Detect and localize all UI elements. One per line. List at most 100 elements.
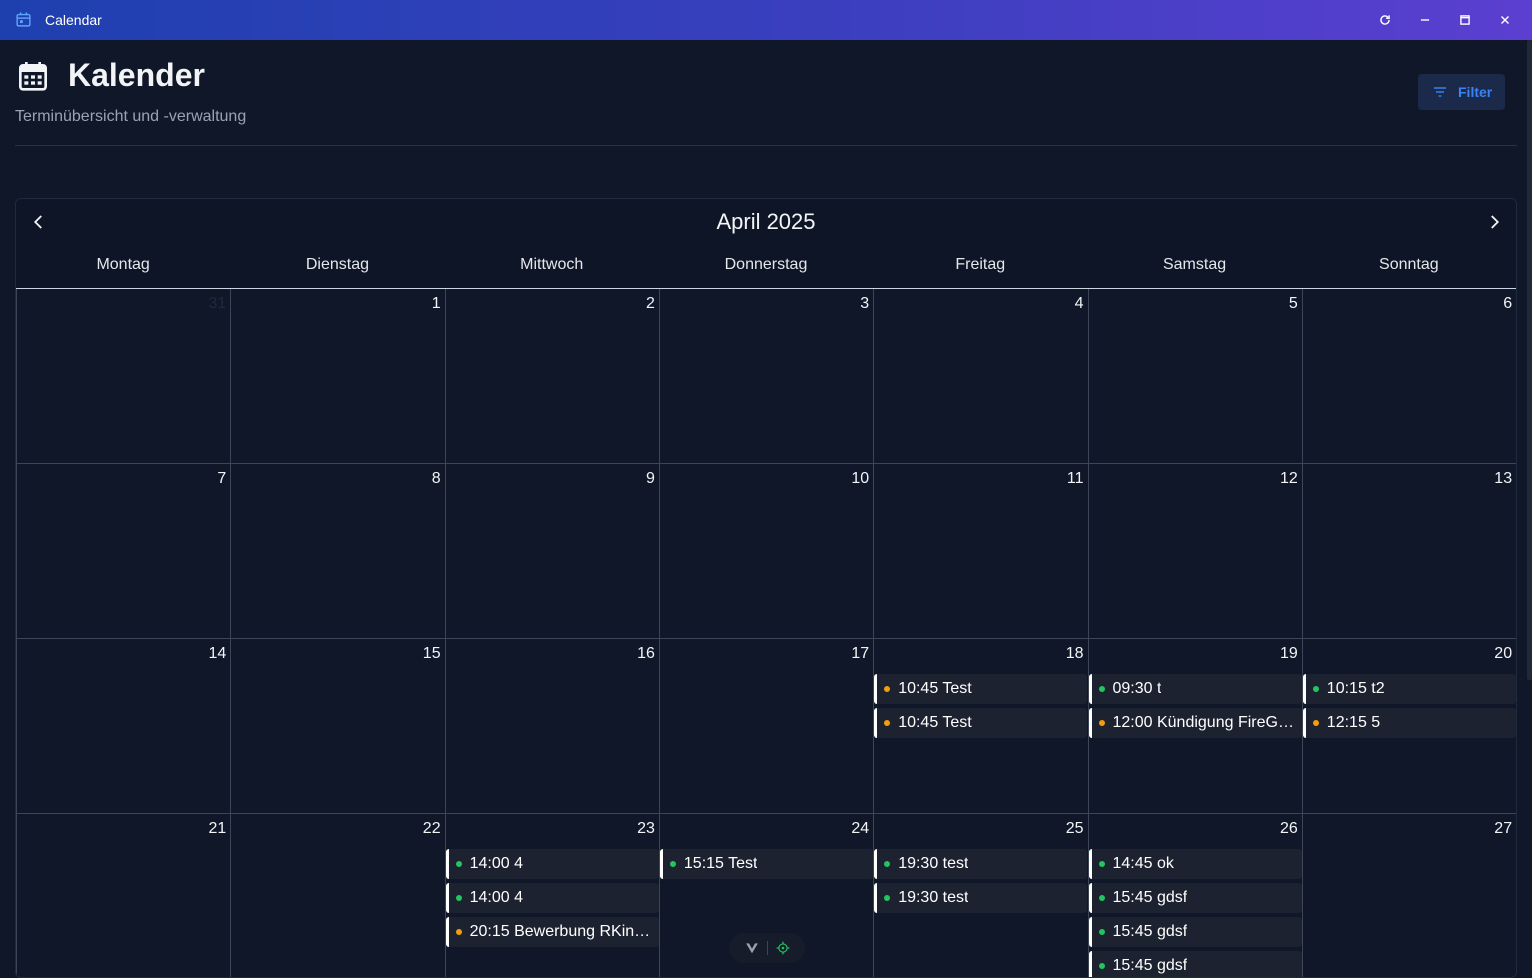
calendar-event[interactable]: 14:00 4 bbox=[445, 883, 659, 913]
calendar-event[interactable]: 20:15 Bewerbung RKing… bbox=[445, 917, 659, 947]
calendar-event[interactable]: 09:30 t bbox=[1088, 674, 1302, 704]
day-number: 20 bbox=[1494, 645, 1513, 662]
day-cell[interactable]: 1 bbox=[230, 289, 444, 464]
day-number: 7 bbox=[217, 470, 227, 487]
page-header: Kalender Terminübersicht und -verwaltung… bbox=[15, 40, 1517, 146]
event-title: 12:15 5 bbox=[1326, 714, 1381, 731]
event-title: 15:45 gdsf bbox=[1112, 923, 1188, 940]
day-number: 24 bbox=[851, 820, 870, 837]
calendar-event[interactable]: 15:15 Test bbox=[659, 849, 874, 879]
day-cell[interactable]: 9 bbox=[444, 464, 659, 639]
page-subtitle: Terminübersicht und -verwaltung bbox=[15, 108, 247, 125]
day-cell[interactable]: 19 09:30 t 12:00 Kündigung FireGu… bbox=[1087, 639, 1302, 814]
day-cell[interactable]: 20 10:15 t2 12:15 5 bbox=[1301, 639, 1516, 814]
day-cell[interactable]: 18 10:45 Test 10:45 Test bbox=[873, 639, 1088, 814]
day-cell[interactable]: 25 19:30 test 19:30 test bbox=[873, 814, 1088, 977]
day-cell[interactable]: 23 14:00 4 14:00 4 20:15 Bewerbung RKing… bbox=[444, 814, 659, 977]
refresh-button[interactable] bbox=[1372, 8, 1398, 32]
event-title: 10:15 t2 bbox=[1326, 680, 1385, 697]
target-icon[interactable] bbox=[776, 941, 790, 955]
day-cell[interactable]: 3 bbox=[658, 289, 873, 464]
calendar-event[interactable]: 10:45 Test bbox=[874, 708, 1088, 738]
event-status-dot bbox=[455, 929, 462, 935]
vue-devtools-icon[interactable] bbox=[745, 941, 759, 955]
day-cell[interactable]: 22 bbox=[230, 814, 444, 977]
weekday-label: Montag bbox=[96, 256, 150, 273]
day-cell[interactable]: 10 bbox=[658, 464, 873, 639]
event-title: 14:00 4 bbox=[469, 889, 523, 906]
dev-toolbar bbox=[729, 933, 805, 963]
day-cell[interactable]: 11 bbox=[873, 464, 1087, 639]
event-status-dot bbox=[884, 720, 891, 726]
calendar-event[interactable]: 19:30 test bbox=[874, 849, 1088, 879]
calendar-event[interactable]: 12:15 5 bbox=[1302, 708, 1516, 738]
next-month-button[interactable] bbox=[1481, 209, 1507, 235]
event-status-dot bbox=[1098, 686, 1105, 692]
calendar-event[interactable]: 12:00 Kündigung FireGu… bbox=[1088, 708, 1302, 738]
day-cell[interactable]: 2 bbox=[444, 289, 659, 464]
day-cell[interactable]: 7 bbox=[16, 464, 230, 639]
day-cell[interactable]: 4 bbox=[873, 289, 1087, 464]
event-title: 20:15 Bewerbung RKing… bbox=[469, 923, 659, 940]
header-calendar-icon bbox=[19, 62, 47, 91]
weekday-label: Donnerstag bbox=[724, 256, 808, 273]
event-status-dot bbox=[1098, 861, 1105, 867]
window-scrollbar[interactable] bbox=[1527, 40, 1532, 680]
day-number: 22 bbox=[422, 820, 441, 837]
day-cell[interactable]: 14 bbox=[16, 639, 230, 814]
calendar-event[interactable]: 10:15 t2 bbox=[1302, 674, 1516, 704]
day-cell[interactable]: 17 bbox=[658, 639, 873, 814]
day-cell[interactable]: 5 bbox=[1087, 289, 1302, 464]
weekday-label: Samstag bbox=[1162, 256, 1227, 273]
day-cell[interactable]: 12 bbox=[1087, 464, 1302, 639]
calendar-event[interactable]: 10:45 Test bbox=[874, 674, 1088, 704]
day-cell[interactable]: 8 bbox=[230, 464, 444, 639]
close-icon bbox=[1501, 16, 1509, 24]
calendar-event[interactable]: 15:45 gdsf bbox=[1088, 917, 1302, 947]
calendar-event[interactable]: 14:45 ok bbox=[1088, 849, 1302, 879]
calendar-event[interactable]: 15:45 gdsf bbox=[1088, 951, 1302, 977]
refresh-icon bbox=[1380, 15, 1390, 25]
page-title: Kalender bbox=[68, 57, 205, 93]
minimize-button[interactable] bbox=[1412, 8, 1438, 32]
event-status-dot bbox=[455, 861, 462, 867]
filter-button[interactable]: Filter bbox=[1418, 74, 1505, 110]
day-number: 26 bbox=[1280, 820, 1298, 837]
day-number: 16 bbox=[637, 645, 655, 662]
event-status-dot bbox=[669, 861, 676, 867]
calendar-event[interactable]: 19:30 test bbox=[874, 883, 1088, 913]
event-status-dot bbox=[884, 686, 891, 692]
weekday-label: Freitag bbox=[955, 256, 1006, 273]
event-status-dot bbox=[1098, 929, 1105, 935]
day-cell[interactable]: 21 bbox=[16, 814, 230, 977]
day-cell[interactable]: 26 14:45 ok 15:45 gdsf 15:45 gdsf 15:45 gdsf bbox=[1087, 814, 1302, 977]
maximize-button[interactable] bbox=[1452, 8, 1478, 32]
day-cell[interactable]: 16 bbox=[444, 639, 659, 814]
window-title: Calendar bbox=[45, 12, 102, 28]
close-button[interactable] bbox=[1492, 8, 1518, 32]
day-cell[interactable]: 13 bbox=[1301, 464, 1516, 639]
day-number: 23 bbox=[637, 820, 655, 837]
filter-icon bbox=[1434, 87, 1446, 97]
day-number: 19 bbox=[1280, 645, 1298, 662]
day-cell[interactable]: 31 bbox=[16, 289, 230, 464]
event-title: 14:45 ok bbox=[1112, 855, 1174, 872]
calendar-event[interactable]: 15:45 gdsf bbox=[1088, 883, 1302, 913]
day-cell[interactable]: 6 bbox=[1301, 289, 1516, 464]
day-number: 12 bbox=[1280, 470, 1298, 487]
day-number: 4 bbox=[1074, 295, 1084, 312]
day-number: 8 bbox=[431, 470, 441, 487]
day-number: 9 bbox=[645, 470, 655, 487]
day-cell[interactable]: 15 bbox=[230, 639, 444, 814]
day-number: 15 bbox=[422, 645, 441, 662]
day-cell[interactable]: 27 bbox=[1301, 814, 1516, 977]
calendar-event[interactable]: 14:00 4 bbox=[445, 849, 659, 879]
maximize-icon bbox=[1460, 15, 1470, 25]
week-row: 31 1 2 3 4 5 6 bbox=[16, 289, 1516, 464]
event-title: 19:30 test bbox=[898, 855, 969, 872]
event-status-dot bbox=[1312, 686, 1319, 692]
event-title: 10:45 Test bbox=[898, 680, 972, 697]
day-number: 21 bbox=[208, 820, 227, 837]
event-title: 15:45 gdsf bbox=[1112, 957, 1188, 974]
event-title: 15:45 gdsf bbox=[1112, 889, 1188, 906]
